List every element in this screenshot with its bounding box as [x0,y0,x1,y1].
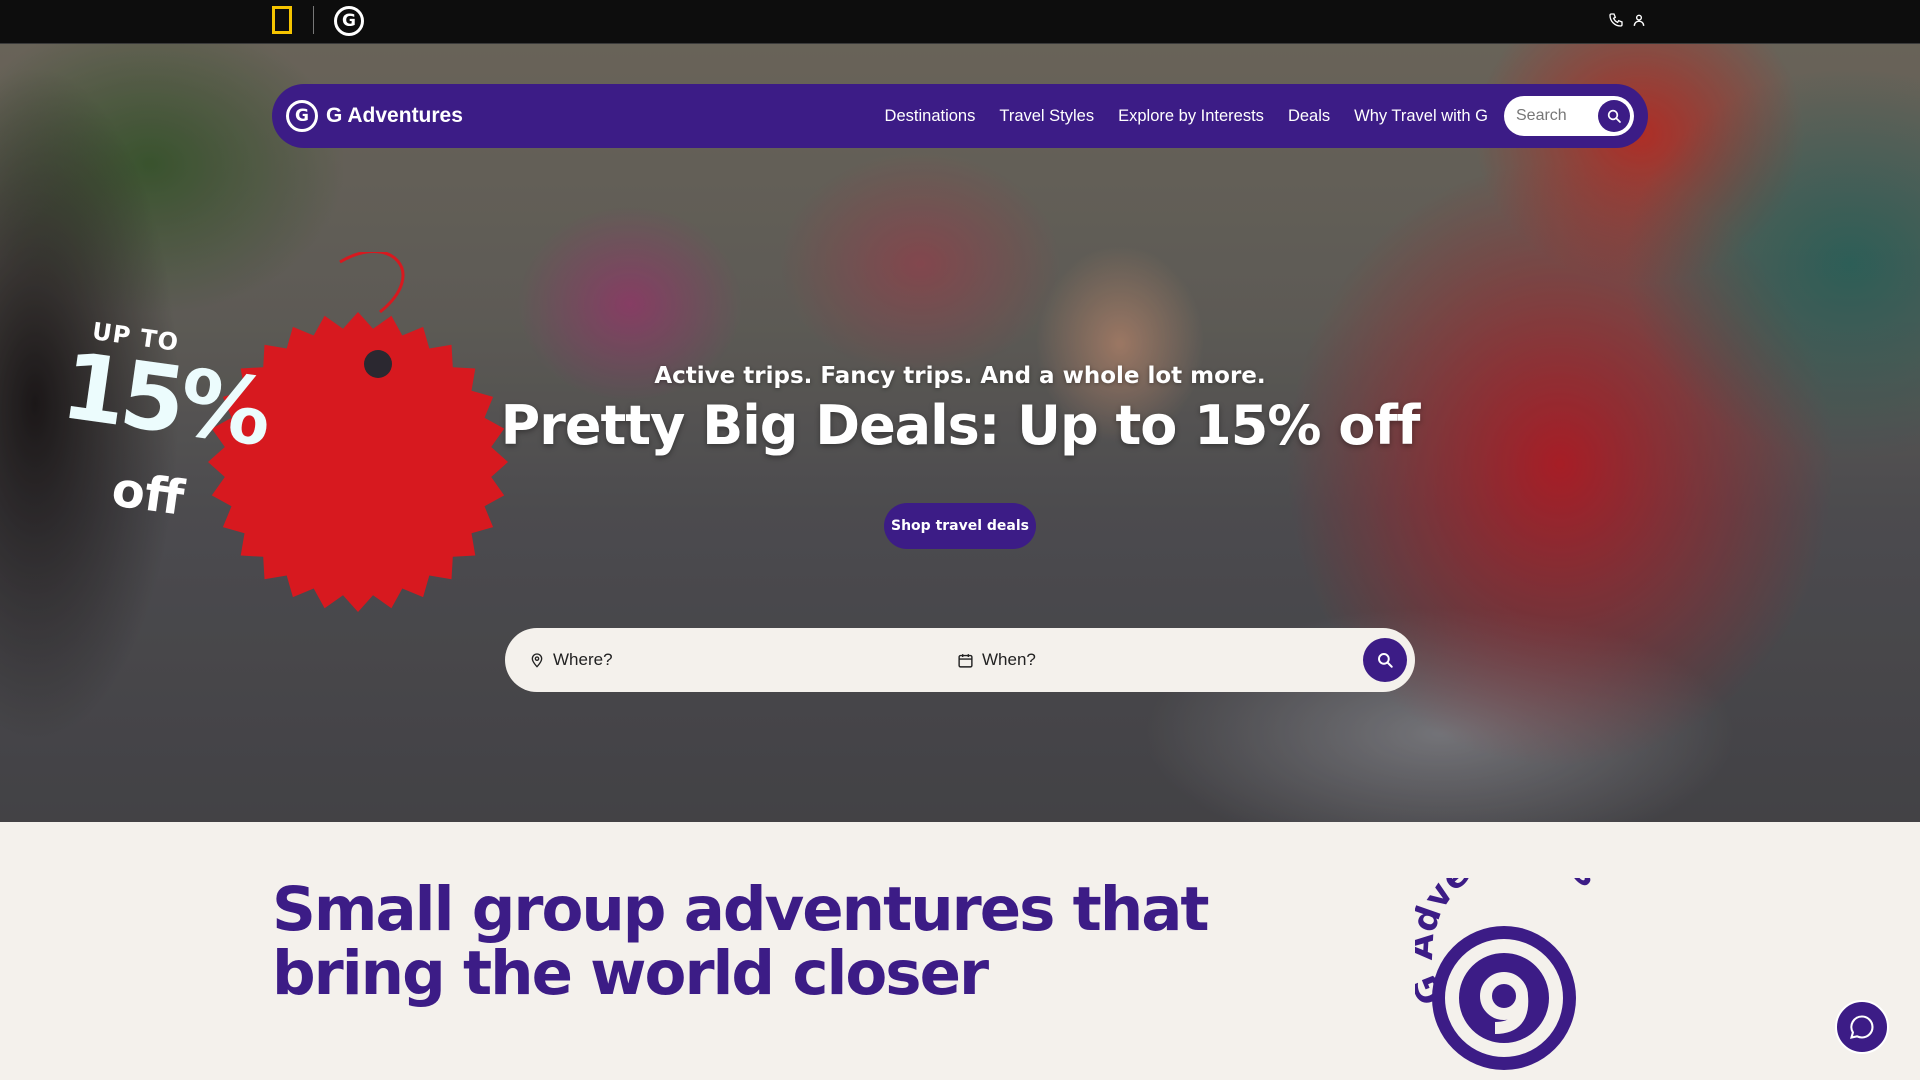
section-title-line-1: Small group adventures that [272,874,1210,945]
section-title-line-2: bring the world closer [272,938,989,1009]
phone-icon[interactable] [1608,12,1624,28]
nav-travel-styles[interactable]: Travel Styles [999,107,1094,126]
nav-deals[interactable]: Deals [1288,107,1330,126]
chat-bubble-icon [1850,1015,1874,1039]
user-icon[interactable] [1632,12,1646,28]
when-field[interactable]: When? [957,628,1317,692]
calendar-icon [958,653,973,668]
search-input[interactable] [1516,96,1596,136]
search-button[interactable] [1598,100,1630,132]
g-adventures-mark: G [286,100,318,132]
g-adventures-mark[interactable]: G [334,6,364,36]
section-title: Small group adventures that bring the wo… [272,878,1252,1006]
brand-logo[interactable]: G G Adventures [286,100,463,132]
badge-off: off [108,461,188,527]
brand-name: G Adventures [326,104,463,127]
where-label: Where? [553,650,613,669]
top-utility-bar: G [0,0,1920,44]
main-navbar: G G Adventures Destinations Travel Style… [272,84,1648,148]
nav-links: Destinations Travel Styles Explore by In… [885,84,1488,148]
trip-finder: Where? When? [505,628,1415,692]
nav-why-travel-with-g[interactable]: Why Travel with G [1354,107,1488,126]
g-adventures-round-logo: G Adventures [1401,831,1615,1080]
nav-destinations[interactable]: Destinations [885,107,976,126]
search-icon [1607,109,1621,123]
when-label: When? [982,650,1036,669]
chat-button[interactable] [1835,1000,1889,1054]
trip-search-button[interactable] [1363,638,1407,682]
nav-search [1504,96,1634,136]
search-icon [1378,653,1393,668]
location-pin-icon [531,653,543,668]
logo-divider [313,6,314,34]
national-geographic-logo[interactable] [272,6,292,34]
nav-explore-by-interests[interactable]: Explore by Interests [1118,107,1264,126]
where-field[interactable]: Where? [529,628,909,692]
shop-travel-deals-button[interactable]: Shop travel deals [884,503,1036,549]
utility-icons [1608,12,1646,28]
